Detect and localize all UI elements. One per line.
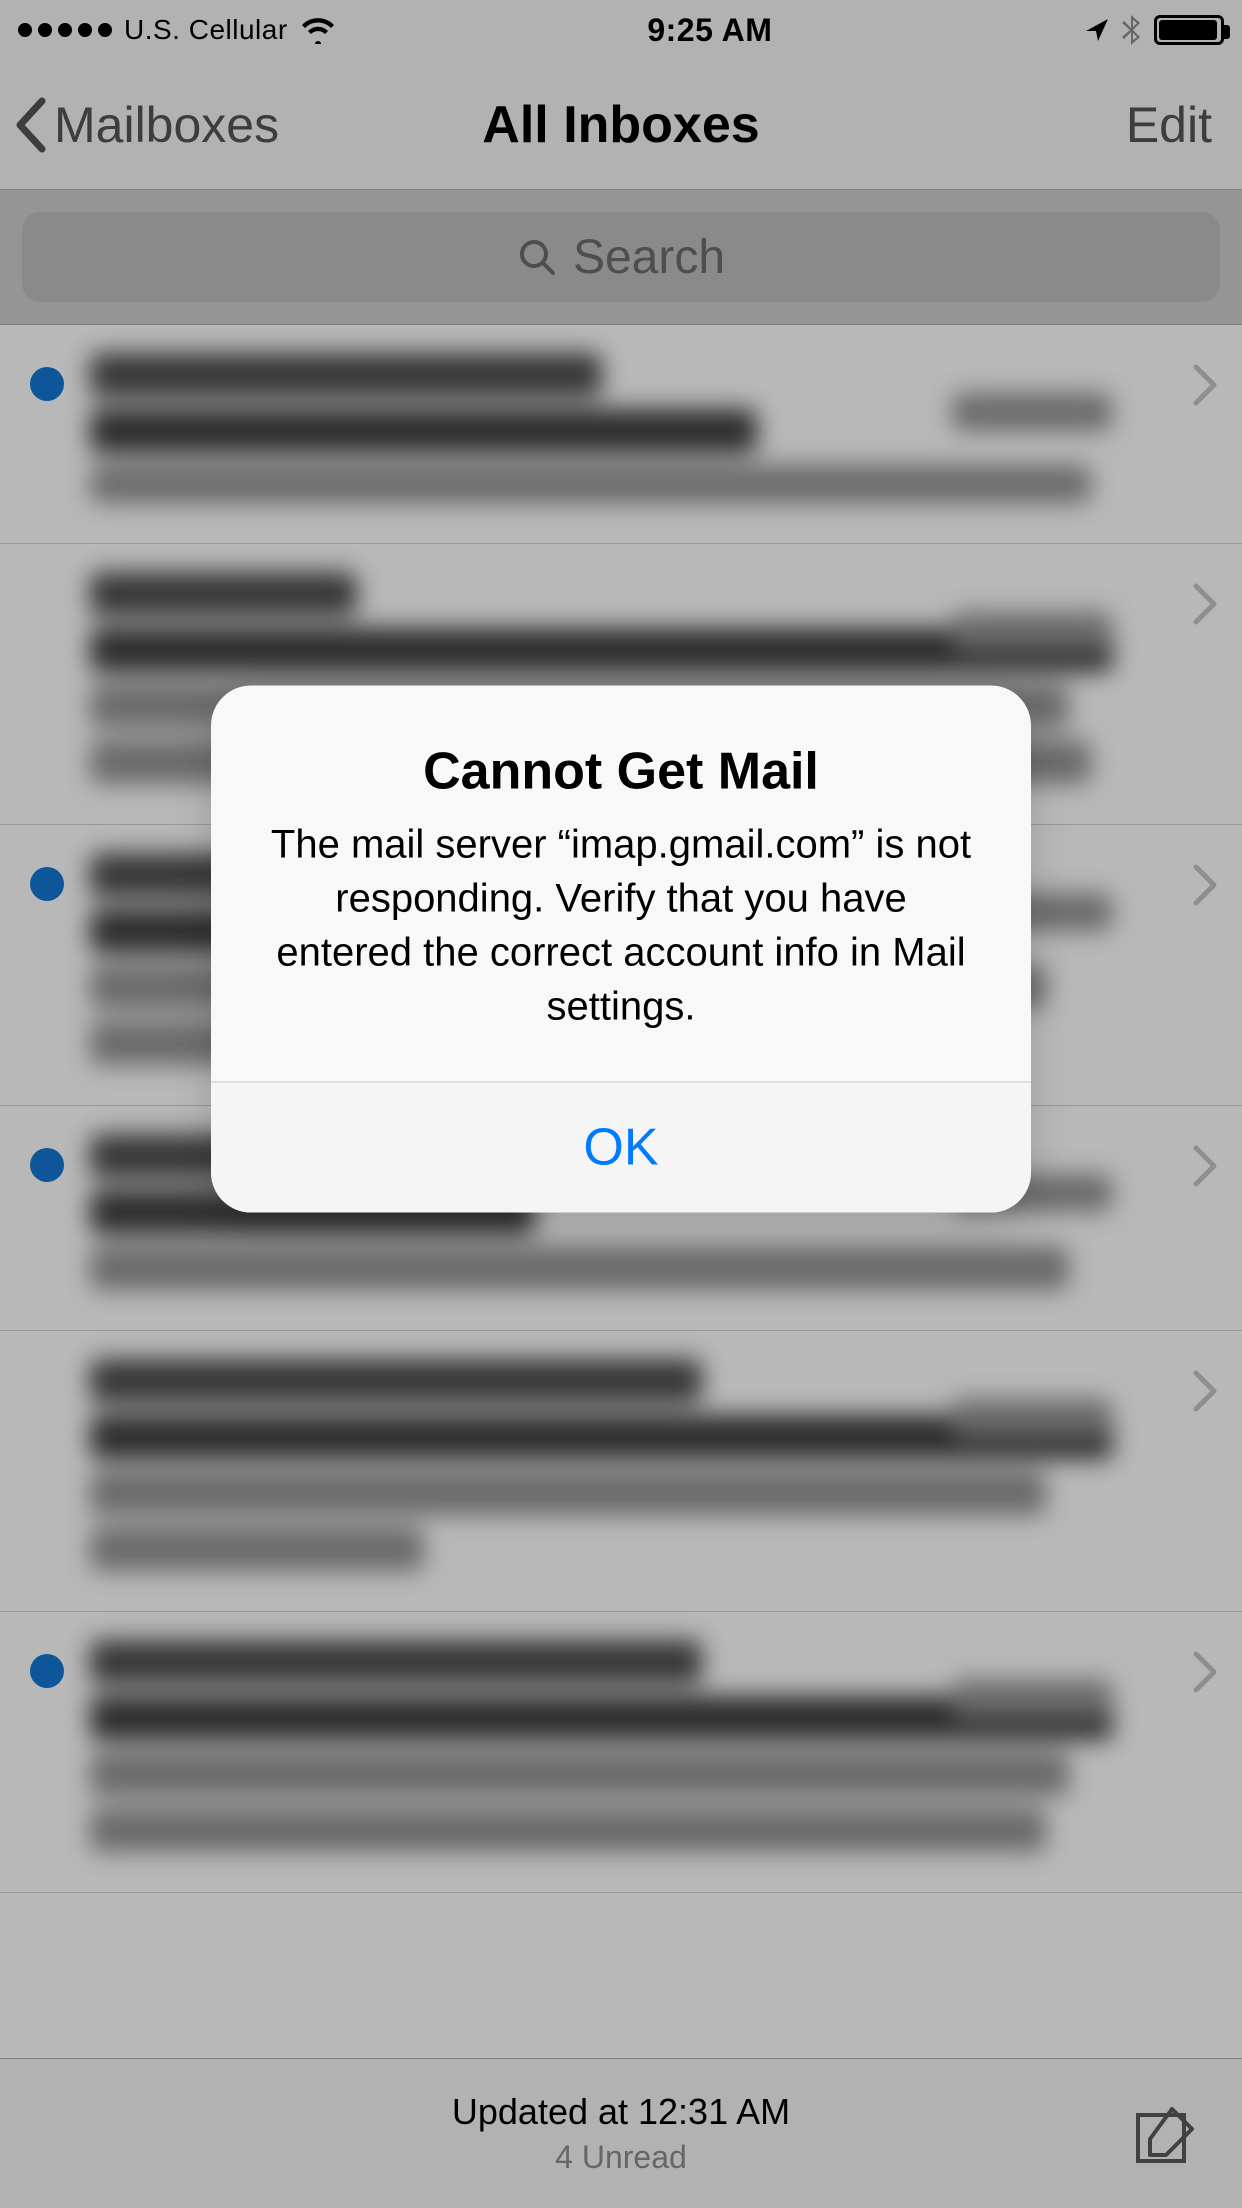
alert-body: Cannot Get Mail The mail server “imap.gm… (211, 686, 1031, 1082)
alert-title: Cannot Get Mail (263, 742, 979, 802)
mail-app-screen: U.S. Cellular 9:25 AM Mailboxes All Inbo… (0, 0, 1242, 2208)
alert-dialog: Cannot Get Mail The mail server “imap.gm… (211, 686, 1031, 1213)
alert-message: The mail server “imap.gmail.com” is not … (263, 818, 979, 1034)
alert-ok-button[interactable]: OK (211, 1083, 1031, 1213)
